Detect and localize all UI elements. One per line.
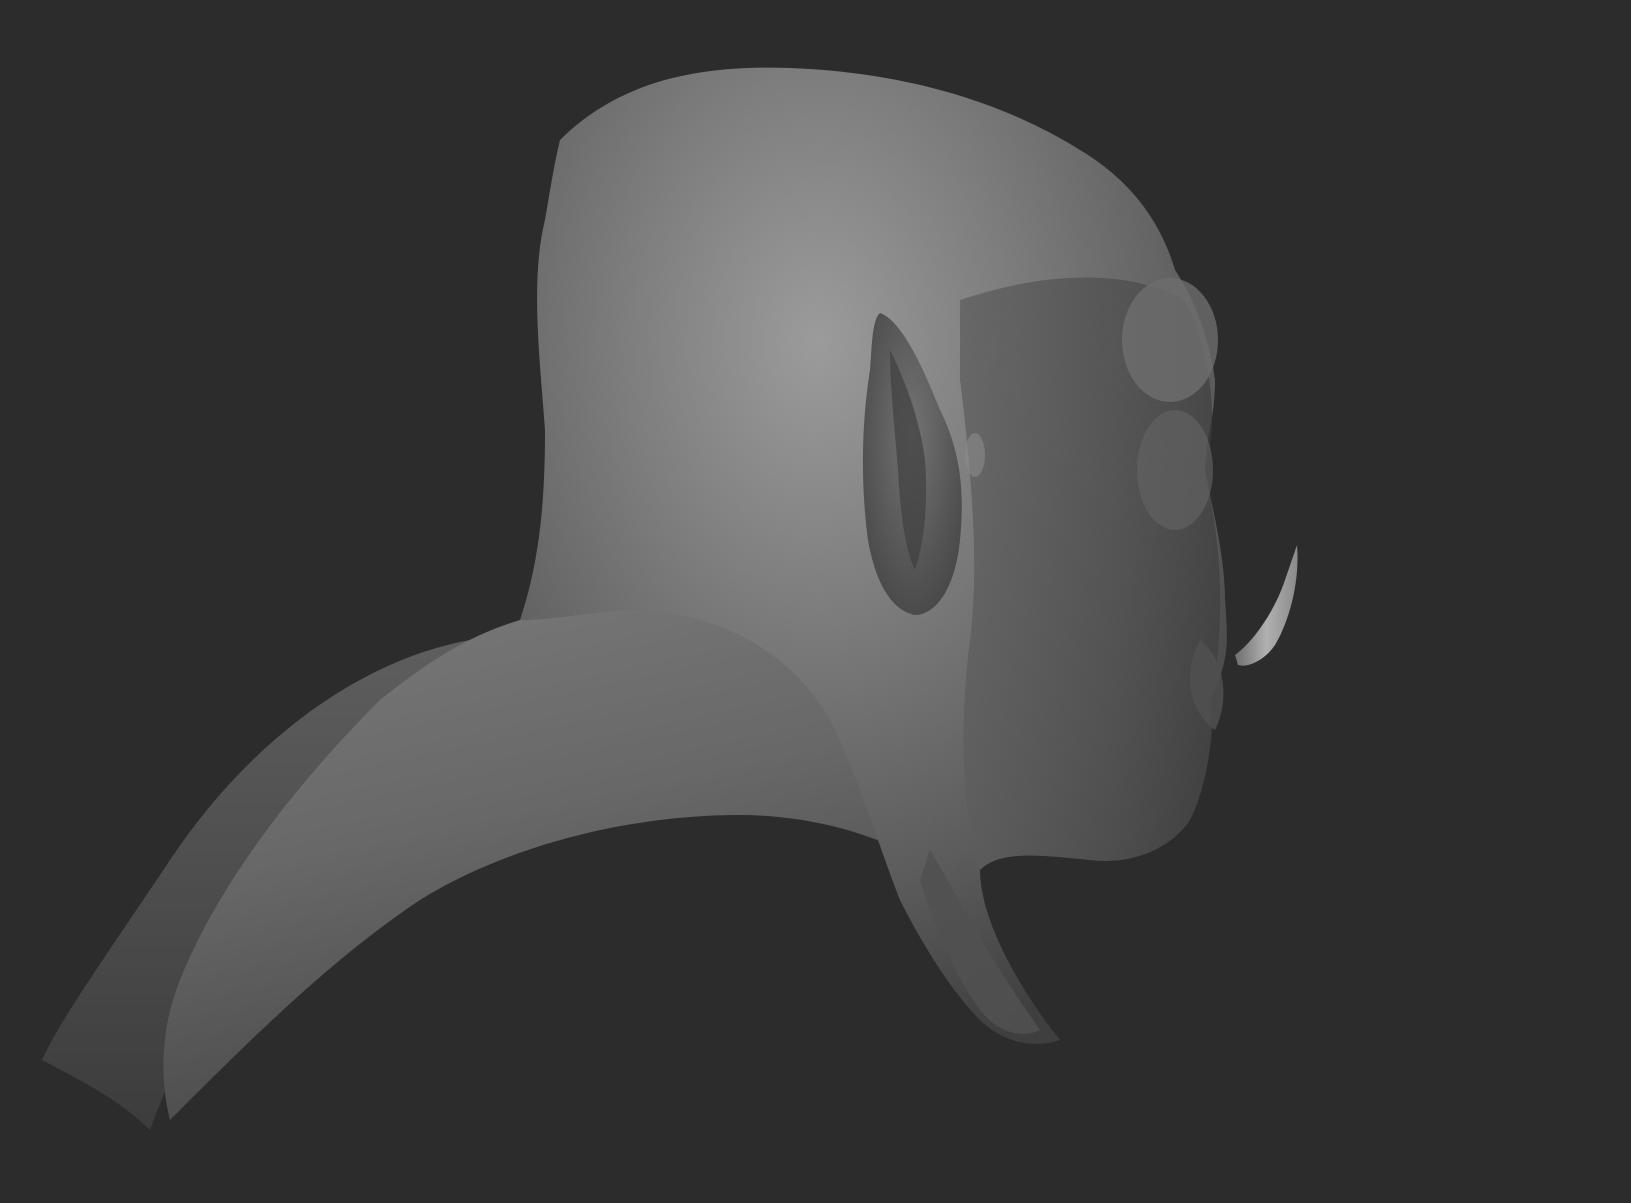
orc-bust-render	[42, 67, 1298, 1130]
front-shoulder	[163, 599, 900, 1120]
skin-texture	[520, 67, 1227, 1044]
tusk	[1235, 545, 1298, 666]
sculpt-viewport[interactable]	[0, 0, 1631, 1203]
